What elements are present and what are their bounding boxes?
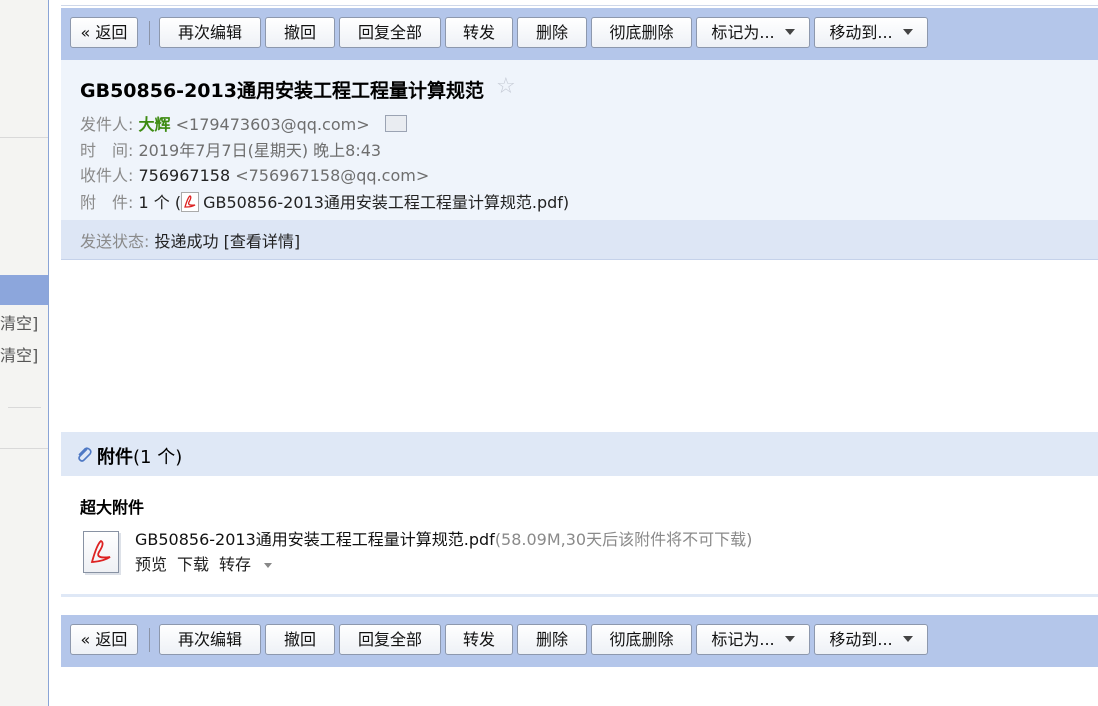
- chevron-down-icon: [784, 28, 795, 35]
- save-to-dropdown[interactable]: 转存: [219, 555, 282, 574]
- mark-as-dropdown[interactable]: 标记为...: [696, 17, 810, 48]
- reply-all-button[interactable]: 回复全部: [339, 17, 441, 48]
- attachment-label: 附 件:: [80, 193, 134, 212]
- from-row: 发件人: 大辉 <179473603@qq.com>: [80, 111, 407, 135]
- delete-permanently-button[interactable]: 彻底删除: [591, 17, 692, 48]
- attachment-file-item: GB50856-2013通用安装工程工程量计算规范.pdf(58.09M,30天…: [135, 526, 752, 550]
- recall-button[interactable]: 撤回: [265, 17, 335, 48]
- pdf-file-icon[interactable]: [83, 531, 119, 573]
- bottom-toolbar: « 返回 再次编辑 撤回 回复全部 转发 删除 彻底删除 标记为... 移动到.…: [61, 615, 1098, 667]
- forward-button[interactable]: 转发: [445, 624, 513, 655]
- send-status-bar: 发送状态: 投递成功 [查看详情]: [61, 220, 1098, 260]
- back-button[interactable]: « 返回: [70, 17, 138, 48]
- move-to-label: 移动到...: [829, 630, 893, 649]
- mail-subject: GB50856-2013通用安装工程工程量计算规范: [80, 80, 484, 102]
- attachment-file-name[interactable]: GB50856-2013通用安装工程工程量计算规范.pdf: [135, 530, 495, 549]
- move-to-dropdown[interactable]: 移动到...: [814, 624, 928, 655]
- chevron-down-icon: [902, 635, 913, 642]
- mark-as-dropdown[interactable]: 标记为...: [696, 624, 810, 655]
- toolbar-separator: [149, 628, 150, 652]
- attachment-count-label: (1 个): [133, 447, 183, 468]
- attachment-list: 超大附件 GB50856-2013通用安装工程工程量计算规范.pdf(58.09…: [61, 476, 1098, 597]
- sidebar-clear-link-1[interactable]: 清空]: [0, 310, 38, 334]
- top-toolbar: « 返回 再次编辑 撤回 回复全部 转发 删除 彻底删除 标记为... 移动到.…: [61, 8, 1098, 60]
- sidebar-selected-item[interactable]: [0, 275, 48, 305]
- from-label: 发件人:: [80, 115, 134, 134]
- forward-button[interactable]: 转发: [445, 17, 513, 48]
- edit-again-button[interactable]: 再次编辑: [159, 624, 261, 655]
- chevron-down-icon: [902, 28, 913, 35]
- sidebar-clear-link-2[interactable]: 清空]: [0, 342, 38, 366]
- attachment-close-paren: ): [562, 193, 570, 212]
- star-icon[interactable]: ☆: [496, 74, 516, 99]
- recipient-address: <756967158@qq.com>: [235, 166, 430, 185]
- sidebar-divider: [0, 448, 48, 449]
- attachment-row: 附 件: 1 个 ( GB50856-2013通用安装工程工程量计算规范.pdf): [80, 189, 569, 214]
- send-status-detail-link[interactable]: [查看详情]: [224, 232, 301, 251]
- reply-all-button[interactable]: 回复全部: [339, 624, 441, 655]
- recall-button[interactable]: 撤回: [265, 624, 335, 655]
- to-label: 收件人:: [80, 166, 134, 185]
- mark-as-label: 标记为...: [711, 23, 775, 42]
- chevron-down-icon: [784, 635, 795, 642]
- to-row: 收件人: 756967158 <756967158@qq.com>: [80, 162, 429, 186]
- move-to-label: 移动到...: [829, 23, 893, 42]
- edit-again-button[interactable]: 再次编辑: [159, 17, 261, 48]
- attachment-section-title: 附件(1 个): [75, 443, 182, 470]
- delete-permanently-button[interactable]: 彻底删除: [591, 624, 692, 655]
- send-status-row: 发送状态: 投递成功 [查看详情]: [80, 228, 300, 252]
- mark-as-label: 标记为...: [711, 630, 775, 649]
- send-status-value: 投递成功: [154, 232, 219, 251]
- delete-button[interactable]: 删除: [517, 17, 587, 48]
- save-to-label: 转存: [219, 555, 252, 574]
- recipient-name[interactable]: 756967158: [139, 166, 231, 185]
- chevron-down-icon: [264, 563, 273, 568]
- left-sidebar: 清空] 清空]: [0, 0, 49, 706]
- sidebar-divider: [0, 137, 48, 138]
- attachment-count: 1 个 (: [138, 193, 182, 212]
- delete-button[interactable]: 删除: [517, 624, 587, 655]
- sidebar-divider: [8, 407, 41, 408]
- download-link[interactable]: 下载: [177, 555, 209, 574]
- time-label: 时 间:: [80, 141, 134, 160]
- pdf-icon: [181, 191, 200, 212]
- attachment-file-meta: (58.09M,30天后该附件将不可下载): [494, 530, 753, 549]
- mail-header: GB50856-2013通用安装工程工程量计算规范 ☆ 发件人: 大辉 <179…: [61, 60, 1098, 220]
- toolbar-separator: [149, 21, 150, 45]
- attachment-actions: 预览 下载 转存: [135, 551, 282, 575]
- back-button[interactable]: « 返回: [70, 624, 138, 655]
- sender-address: <179473603@qq.com>: [175, 115, 370, 134]
- send-status-label: 发送状态:: [80, 232, 150, 251]
- time-value: 2019年7月7日(星期天) 晚上8:43: [138, 141, 382, 160]
- preview-link[interactable]: 预览: [135, 555, 167, 574]
- sender-name[interactable]: 大辉: [139, 115, 171, 134]
- mail-read-pane: « 返回 再次编辑 撤回 回复全部 转发 删除 彻底删除 标记为... 移动到.…: [61, 0, 1098, 706]
- attachment-title: 附件: [97, 447, 133, 468]
- attachment-section-header: 附件(1 个): [61, 432, 1098, 476]
- attachment-file-link[interactable]: GB50856-2013通用安装工程工程量计算规范.pdf: [203, 193, 563, 212]
- large-attachment-label: 超大附件: [80, 498, 145, 517]
- contact-card-icon[interactable]: [384, 115, 407, 132]
- move-to-dropdown[interactable]: 移动到...: [814, 17, 928, 48]
- paperclip-icon: [75, 445, 93, 468]
- time-row: 时 间: 2019年7月7日(星期天) 晚上8:43: [80, 137, 381, 161]
